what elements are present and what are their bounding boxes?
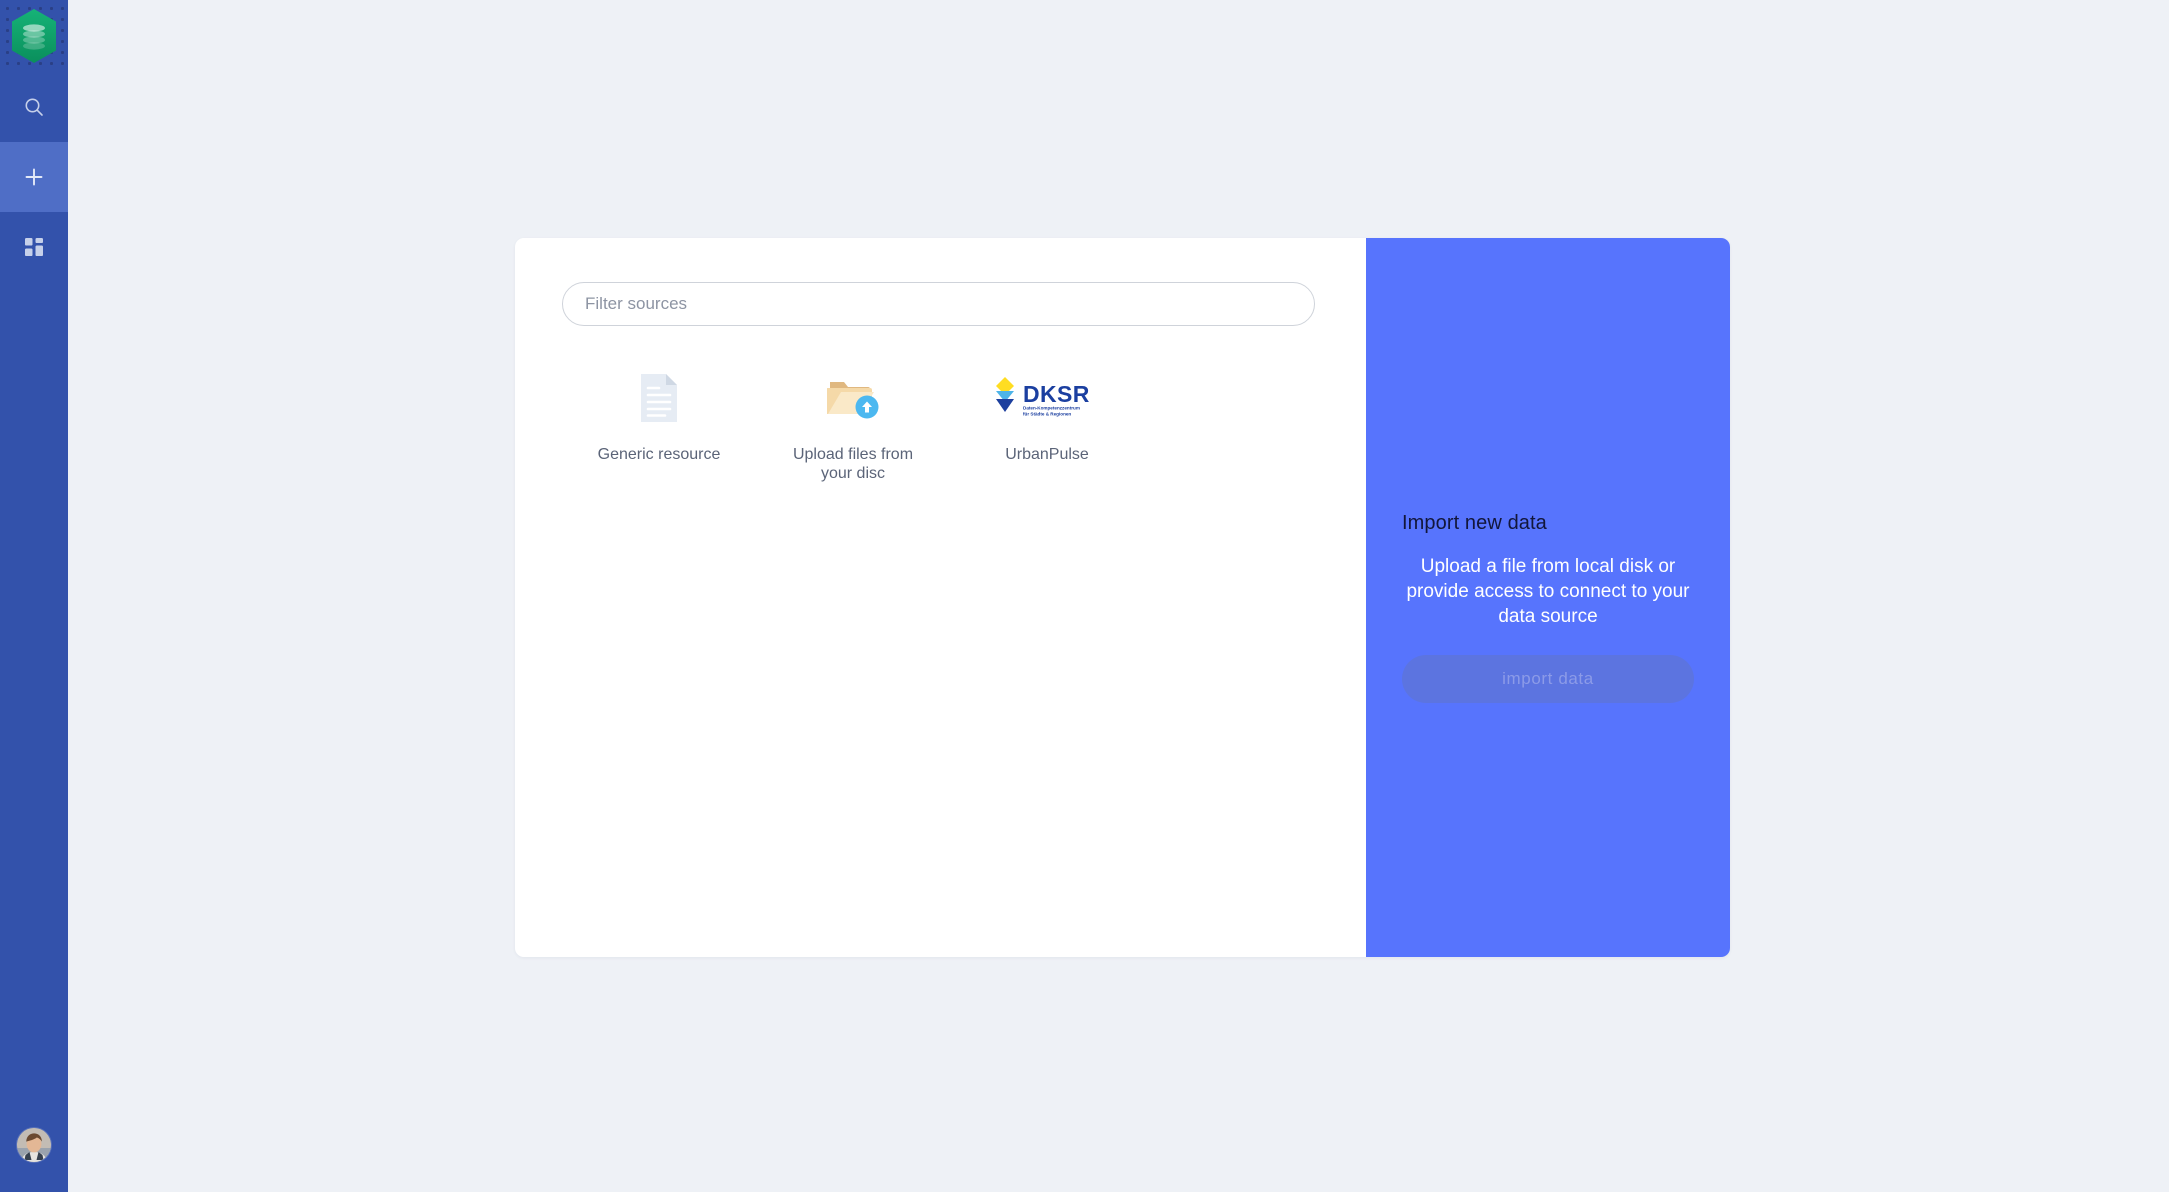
source-icon-wrap: DKSR Daten-Kompetenzzentrum für Städte &… <box>992 367 1102 429</box>
sources-list: Generic resource Upload files from your <box>562 363 1319 483</box>
grid-icon <box>25 238 43 256</box>
sidebar <box>0 0 68 1192</box>
svg-text:für Städte & Regionen: für Städte & Regionen <box>1023 412 1071 417</box>
import-data-button[interactable]: import data <box>1402 655 1694 703</box>
search-icon <box>25 98 43 116</box>
source-label: UrbanPulse <box>1005 446 1089 463</box>
source-item-urbanpulse[interactable]: DKSR Daten-Kompetenzzentrum für Städte &… <box>950 363 1144 464</box>
source-item-generic-resource[interactable]: Generic resource <box>562 363 756 464</box>
card-left-pane: Generic resource Upload files from your <box>515 238 1366 957</box>
panel-description: Upload a file from local disk or provide… <box>1406 556 1690 627</box>
user-avatar-icon <box>17 1128 51 1162</box>
source-item-upload-files[interactable]: Upload files from your disc <box>756 363 950 483</box>
source-icon-wrap <box>827 367 879 429</box>
svg-text:DKSR: DKSR <box>1023 381 1090 407</box>
sidebar-item-add[interactable] <box>0 142 68 212</box>
plus-icon <box>25 168 43 186</box>
svg-text:Daten-Kompetenzzentrum: Daten-Kompetenzzentrum <box>1023 406 1080 411</box>
document-icon <box>641 374 677 422</box>
app-logo[interactable] <box>0 0 68 72</box>
layers-hexagon-logo-icon <box>12 9 56 63</box>
sidebar-item-search[interactable] <box>0 72 68 142</box>
card-right-pane: Import new data Upload a file from local… <box>1366 238 1730 957</box>
source-label: Upload files from your disc <box>792 446 914 482</box>
folder-upload-icon <box>827 382 879 419</box>
source-label: Generic resource <box>597 446 721 463</box>
import-panel: Import new data Upload a file from local… <box>1402 512 1694 703</box>
avatar[interactable] <box>17 1128 51 1162</box>
import-data-card: Generic resource Upload files from your <box>515 238 1730 957</box>
app-root: Generic resource Upload files from your <box>0 0 2169 1192</box>
filter-sources-input[interactable] <box>562 282 1315 326</box>
panel-title: Import new data <box>1402 512 1547 534</box>
sidebar-item-dashboard[interactable] <box>0 212 68 282</box>
dksr-logo-icon: DKSR Daten-Kompetenzzentrum für Städte &… <box>996 377 1090 417</box>
source-icon-wrap <box>639 367 679 429</box>
